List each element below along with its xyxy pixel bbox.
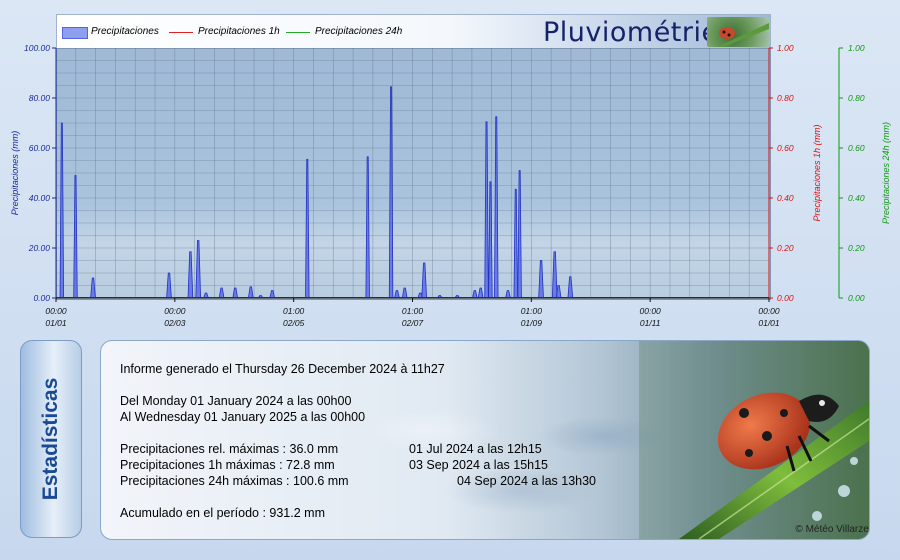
y-right1-tick-label: 0.20 [777, 243, 794, 253]
stats-max-24h-date: 04 Sep 2024 a las 13h30 [457, 474, 597, 488]
y-right2-tick-label: 0.40 [848, 193, 865, 203]
y-right1-tick-label: 0.00 [777, 293, 794, 303]
stats-generated: Informe generado el Thursday 26 December… [120, 362, 445, 376]
stats-max-24h: Precipitaciones 24h máximas : 100.6 mm [120, 474, 349, 488]
x-tick-date: 01/01 [758, 318, 780, 328]
copyright-text: © Météo Villarzel [795, 524, 870, 535]
stats-max-rel-date: 01 Jul 2024 a las 12h15 [409, 442, 542, 456]
y-right2-axis-label: Precipitaciones 24h (mm) [881, 122, 891, 224]
x-tick-time: 00:00 [758, 306, 780, 316]
precip-peak [567, 276, 574, 299]
precip-peak [513, 188, 518, 299]
precip-peak [195, 240, 202, 299]
y-right1-tick-label: 1.00 [777, 43, 794, 53]
stats-to: Al Wednesday 01 January 2025 a las 00h00 [120, 410, 366, 424]
y-left-tick-label: 20.00 [28, 243, 51, 253]
precip-peak [538, 260, 544, 299]
y-left-tick-label: 0.00 [33, 293, 50, 303]
x-tick-time: 00:00 [45, 306, 67, 316]
x-tick-date: 02/03 [164, 318, 186, 328]
y-right1-axis-label: Precipitaciones 1h (mm) [812, 124, 822, 221]
precip-peak [517, 170, 522, 299]
stats-tab-label: Estadísticas [39, 377, 62, 501]
y-right2-tick-label: 0.80 [848, 93, 865, 103]
stats-max-rel: Precipitaciones rel. máximas : 36.0 mm [120, 442, 339, 456]
x-tick-time: 01:00 [402, 306, 424, 316]
precip-peak [394, 290, 400, 299]
precip-peak [187, 251, 194, 299]
x-tick-date: 01/01 [45, 318, 67, 328]
x-tick-time: 00:00 [640, 306, 662, 316]
y-right2-tick-label: 0.60 [848, 143, 865, 153]
y-right2-tick-label: 0.00 [848, 293, 865, 303]
precip-peak [218, 287, 225, 299]
stats-max-1h: Precipitaciones 1h máximas : 72.8 mm [120, 458, 335, 472]
y-right2-tick-label: 1.00 [848, 43, 865, 53]
precip-peak [477, 287, 484, 299]
precip-peak [166, 272, 172, 299]
stats-max-1h-date: 03 Sep 2024 a las 15h15 [409, 458, 549, 472]
x-tick-date: 02/07 [402, 318, 424, 328]
precip-peak [401, 287, 408, 299]
precip-peak [90, 277, 96, 299]
x-tick-date: 01/11 [640, 318, 661, 328]
ladybug-image [639, 341, 869, 539]
y-left-tick-label: 80.00 [29, 93, 51, 103]
y-right1-tick-label: 0.60 [777, 143, 794, 153]
stats-cumulative: Acumulado en el período : 931.2 mm [120, 506, 325, 520]
precip-peak [232, 287, 239, 299]
precip-peak [59, 122, 65, 299]
precip-peak [365, 156, 370, 299]
y-right2-tick-label: 0.20 [848, 243, 865, 253]
stats-from: Del Monday 01 January 2024 a las 00h00 [120, 394, 352, 408]
precip-peak [73, 175, 78, 299]
precip-peak [551, 251, 558, 299]
chart-svg: 0.00 20.00 40.00 60.00 80.00 100.00 Precipitac… [10, 43, 891, 328]
x-tick-time: 01:00 [521, 306, 543, 316]
x-tick-time: 00:00 [164, 306, 186, 316]
y-left-tick-label: 40.00 [29, 193, 51, 203]
x-tick-date: 02/05 [283, 318, 305, 328]
x-tick-date: 01/09 [521, 318, 543, 328]
precip-peak [421, 262, 428, 299]
precip-peak [305, 158, 310, 299]
stats-panel: Informe generado el Thursday 26 December… [100, 340, 870, 540]
y-left-axis-label: Precipitaciones (mm) [10, 131, 20, 216]
stats-tab[interactable]: Estadísticas [20, 340, 82, 538]
x-tick-time: 01:00 [283, 306, 305, 316]
y-right1-tick-label: 0.40 [777, 193, 794, 203]
precip-peak [247, 286, 254, 299]
y-right1-tick-label: 0.80 [777, 93, 794, 103]
y-left-tick-label: 100.00 [24, 43, 50, 53]
precip-peak [388, 86, 394, 299]
y-left-tick-label: 60.00 [29, 143, 51, 153]
precip-peak [494, 116, 499, 299]
precip-peak [505, 290, 511, 299]
precip-peak [471, 290, 478, 299]
